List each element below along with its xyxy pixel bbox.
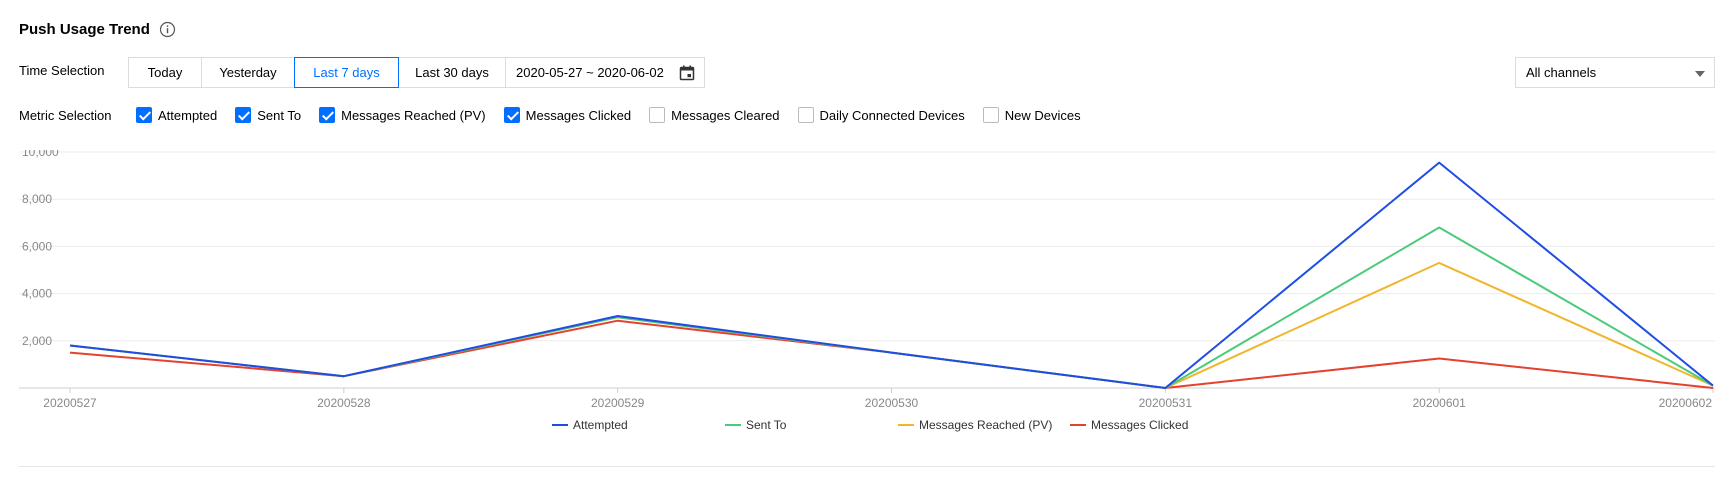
series-line-messages-reached-pv xyxy=(69,261,1714,389)
tab-yesterday[interactable]: Yesterday xyxy=(201,57,295,88)
tab-last-30-days[interactable]: Last 30 days xyxy=(398,57,506,88)
tab-last-7-days[interactable]: Last 7 days xyxy=(294,57,399,88)
metric-checkboxes: Attempted Sent To Messages Reached (PV) Mes… xyxy=(136,106,1099,124)
legend-label: Sent To xyxy=(746,418,787,432)
divider xyxy=(19,466,1715,467)
x-tick-label: 20200602 xyxy=(1659,396,1713,410)
metric-checkbox-label: Messages Cleared xyxy=(671,107,780,123)
checkbox-checked-icon[interactable] xyxy=(136,107,152,123)
metric-checkbox-label: Attempted xyxy=(158,107,218,123)
channel-select-value: All channels xyxy=(1526,65,1597,80)
y-tick-label: 4,000 xyxy=(22,287,52,301)
metric-checkbox-messages-cleared[interactable]: Messages Cleared xyxy=(649,107,780,123)
date-range-value: 2020-05-27 ~ 2020-06-02 xyxy=(516,65,664,80)
trend-line-chart: 10,000 8,000 6,000 4,000 2,000 20200527 202005… xyxy=(19,150,1715,432)
metric-selection-row: Metric Selection Attempted Sent To Message… xyxy=(19,106,1119,124)
info-circle-icon[interactable] xyxy=(159,21,176,38)
title-row: Push Usage Trend xyxy=(19,18,176,40)
time-selection-label: Time Selection xyxy=(19,63,105,78)
metric-selection-label: Metric Selection xyxy=(19,108,112,123)
metric-checkbox-sent-to[interactable]: Sent To xyxy=(235,107,301,123)
x-tick-label: 20200601 xyxy=(1412,396,1466,410)
metric-checkbox-label: Messages Reached (PV) xyxy=(341,107,486,123)
checkbox-checked-icon[interactable] xyxy=(319,107,336,123)
x-tick-label: 20200530 xyxy=(865,396,919,410)
legend-label: Messages Clicked xyxy=(1091,418,1188,432)
metric-checkbox-daily-connected-devices[interactable]: Daily Connected Devices xyxy=(797,107,965,123)
date-range-picker[interactable]: 2020-05-27 ~ 2020-06-02 xyxy=(505,57,705,88)
checkbox-checked-icon[interactable] xyxy=(503,107,520,123)
y-tick-label: 2,000 xyxy=(22,334,52,348)
checkbox-empty-icon[interactable] xyxy=(797,107,814,123)
calendar-icon xyxy=(679,65,695,81)
metric-checkbox-messages-clicked[interactable]: Messages Clicked xyxy=(503,107,632,123)
metric-checkbox-attempted[interactable]: Attempted xyxy=(136,107,217,123)
checkbox-empty-icon[interactable] xyxy=(982,107,999,123)
metric-checkbox-label: Messages Clicked xyxy=(525,107,632,123)
time-selection-row: Time Selection Today Yesterday Last 7 da… xyxy=(19,57,1715,88)
x-tick-label: 20200527 xyxy=(43,396,97,410)
metric-checkbox-new-devices[interactable]: New Devices xyxy=(982,107,1081,123)
metric-checkbox-messages-reached-pv[interactable]: Messages Reached (PV) xyxy=(319,107,486,123)
channel-select[interactable]: All channels xyxy=(1515,57,1715,88)
x-tick-label: 20200531 xyxy=(1139,396,1193,410)
metric-checkbox-label: Daily Connected Devices xyxy=(819,107,965,123)
y-tick-label: 10,000 xyxy=(22,150,59,159)
legend-label: Messages Reached (PV) xyxy=(919,418,1052,432)
x-tick-label: 20200528 xyxy=(317,396,371,410)
y-tick-label: 8,000 xyxy=(22,192,52,206)
page-title: Push Usage Trend xyxy=(19,20,150,38)
series-line-sent-to xyxy=(69,226,1714,389)
y-tick-label: 6,000 xyxy=(22,239,52,253)
legend-label: Attempted xyxy=(573,418,628,432)
checkbox-empty-icon[interactable] xyxy=(649,107,666,123)
metric-checkbox-label: Sent To xyxy=(257,107,302,123)
tab-today[interactable]: Today xyxy=(128,57,202,88)
metric-checkbox-label: New Devices xyxy=(1004,107,1081,123)
series-line-messages-clicked xyxy=(69,319,1714,389)
time-tabs: Today Yesterday Last 7 days Last 30 days… xyxy=(128,57,705,88)
checkbox-checked-icon[interactable] xyxy=(235,107,252,123)
chevron-down-icon xyxy=(1695,71,1705,77)
x-tick-label: 20200529 xyxy=(591,396,645,410)
